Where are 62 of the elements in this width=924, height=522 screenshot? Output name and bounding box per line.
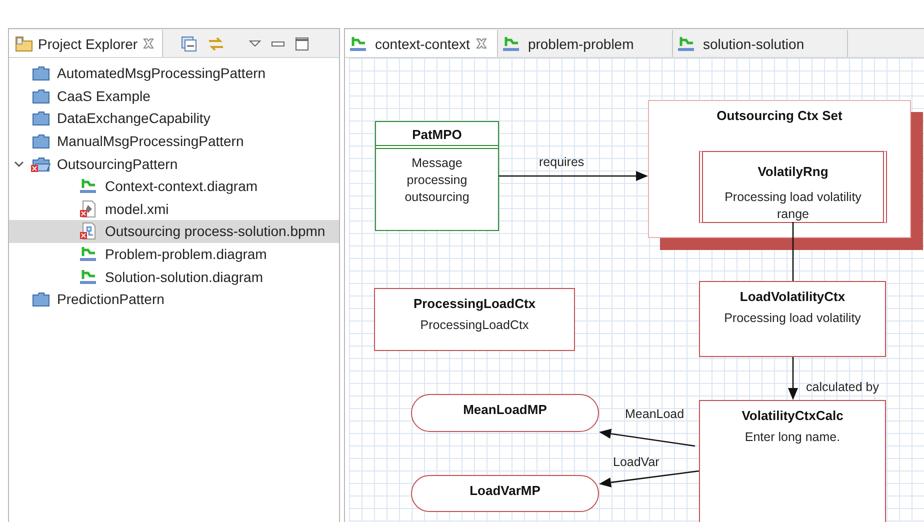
open-folder-icon bbox=[31, 156, 51, 172]
context-node[interactable]: VolatilityCtxCalc Enter long name. bbox=[699, 400, 886, 522]
context-node[interactable]: ProcessingLoadCtx ProcessingLoadCtx bbox=[374, 288, 575, 351]
tree-item[interactable]: Outsourcing process-solution.bpmn bbox=[9, 220, 339, 243]
tree-item[interactable]: Context-context.diagram bbox=[9, 174, 339, 198]
tree-item[interactable]: Problem-problem.diagram bbox=[9, 242, 339, 266]
tree-item[interactable]: PredictionPattern bbox=[9, 288, 339, 311]
edge-label: LoadVar bbox=[613, 455, 660, 469]
folder-icon bbox=[31, 291, 51, 308]
close-icon[interactable] bbox=[142, 38, 154, 49]
process-node[interactable]: LoadVarMP bbox=[411, 475, 599, 512]
node-title: VolatilityCtxCalc bbox=[742, 407, 844, 423]
folder-icon bbox=[31, 65, 51, 82]
context-node[interactable]: LoadVolatilityCtx Processing load volatility bbox=[699, 281, 886, 357]
node-title: VolatilyRng bbox=[758, 163, 828, 179]
edge-label: MeanLoad bbox=[625, 407, 684, 421]
diagram-icon bbox=[79, 268, 99, 286]
arrow[interactable] bbox=[788, 357, 798, 400]
tree-item[interactable]: Solution-solution.diagram bbox=[9, 265, 339, 288]
editor-tab[interactable]: context-context bbox=[345, 30, 498, 57]
process-node[interactable]: MeanLoadMP bbox=[411, 394, 599, 432]
node-text: Enter long name. bbox=[744, 429, 842, 446]
node-text: ProcessingLoadCtx bbox=[419, 317, 530, 334]
diagram-icon bbox=[79, 245, 99, 264]
folder-icon bbox=[31, 88, 51, 104]
diagram-icon bbox=[502, 34, 522, 52]
collapse-all-icon[interactable] bbox=[180, 36, 197, 52]
range-node[interactable]: VolatilyRng Processing load volatility range bbox=[699, 151, 887, 223]
diagram-icon bbox=[79, 177, 99, 196]
tree-item[interactable]: OutsourcingPattern bbox=[9, 152, 339, 175]
diagram-canvas[interactable] bbox=[349, 58, 924, 522]
class-node[interactable]: PatMPO Message processing outsourcing bbox=[375, 121, 499, 231]
tree-item[interactable]: AutomatedMsgProcessingPattern bbox=[9, 62, 339, 85]
minimize-icon[interactable] bbox=[270, 40, 285, 48]
explorer-tab[interactable]: Project Explorer bbox=[9, 30, 163, 57]
diagram-icon bbox=[349, 34, 369, 52]
folder-icon bbox=[15, 36, 33, 52]
arrow[interactable] bbox=[599, 470, 700, 488]
node-text: Message processing outsourcing bbox=[404, 155, 470, 206]
edge-label: calculated by bbox=[806, 380, 879, 394]
node-title: PatMPO bbox=[376, 122, 498, 149]
diagram-icon bbox=[676, 34, 697, 52]
node-text: Processing load volatility range bbox=[724, 189, 862, 223]
close-icon[interactable] bbox=[476, 38, 487, 49]
node-title: MeanLoadMP bbox=[463, 401, 547, 417]
node-title: LoadVolatilityCtx bbox=[740, 288, 846, 304]
tree-item[interactable]: DataExchangeCapability bbox=[9, 107, 339, 130]
arrow[interactable] bbox=[499, 171, 648, 181]
maximize-icon[interactable] bbox=[294, 36, 309, 50]
node-title: Outsourcing Ctx Set bbox=[716, 107, 842, 123]
arrow[interactable] bbox=[599, 428, 696, 447]
folder-icon bbox=[31, 110, 51, 126]
node-text: Processing load volatility bbox=[723, 310, 862, 327]
connector-line[interactable] bbox=[792, 222, 794, 281]
edge-label: requires bbox=[539, 155, 584, 169]
node-title: ProcessingLoadCtx bbox=[413, 295, 536, 311]
view-menu-icon[interactable] bbox=[248, 40, 261, 48]
node-title: LoadVarMP bbox=[470, 482, 540, 498]
folder-icon bbox=[31, 133, 51, 150]
tree-item[interactable]: model.xmi bbox=[9, 198, 339, 220]
tree-item[interactable]: CaaS Example bbox=[9, 84, 339, 108]
tree-item[interactable]: ManualMsgProcessingPattern bbox=[9, 130, 339, 152]
